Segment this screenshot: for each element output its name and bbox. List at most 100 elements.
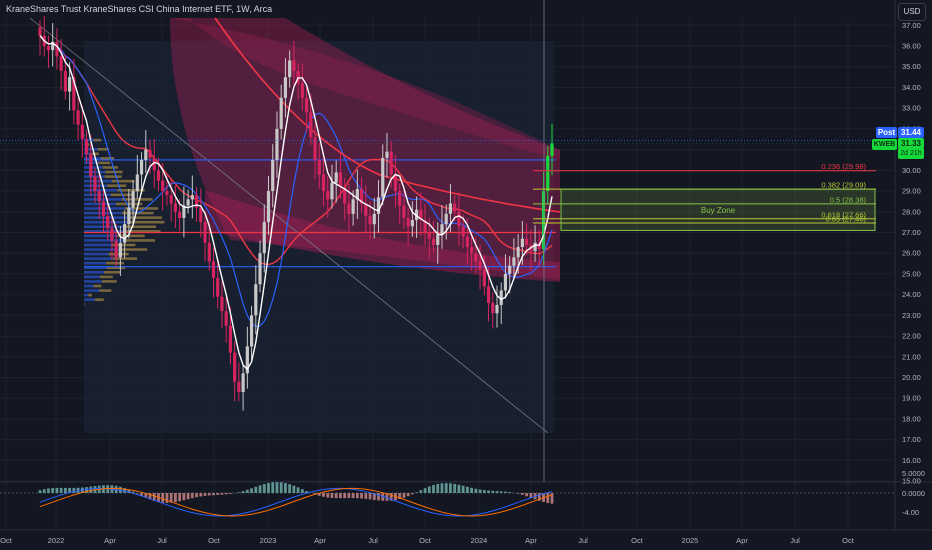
candle-body [156,170,161,181]
candle-body [38,27,42,36]
candle-body [304,97,309,113]
candle-body [317,159,321,175]
candle-body [237,381,241,393]
volume-profile-bar-blue [84,248,119,251]
macd-histogram-bar [38,490,42,493]
volume-profile-bar-gold [99,289,112,292]
macd-histogram-bar [436,483,440,493]
macd-histogram-bar [178,493,182,502]
fib-level-label: 0.382 (29.09) [821,181,866,190]
macd-histogram-bar [300,489,304,493]
macd-histogram-bar [47,488,50,493]
price-axis-label: 37.00 [902,21,921,30]
candle-body [300,83,304,98]
candle-body [482,269,486,287]
macd-histogram-bar [42,489,46,493]
macd-histogram-bar [220,493,224,495]
candle-body [372,213,376,225]
macd-histogram-bar [444,483,448,493]
candle-body [199,207,203,223]
macd-histogram-bar [199,493,203,497]
macd-histogram-bar [279,482,283,493]
candle-body [381,157,385,198]
price-axis-label: 36.00 [902,42,921,51]
candle-body [436,234,440,245]
candle-body [249,315,254,347]
macd-histogram-bar [241,491,245,493]
macd-histogram-bar [406,493,410,497]
volume-profile-bar-gold [107,184,127,188]
volume-profile-bar-gold [105,170,123,174]
time-axis-label: Apr [104,536,116,545]
candle-body [241,373,245,393]
post-label-tag: Post [876,127,897,138]
macd-histogram-bar [347,493,351,499]
macd-histogram-bar [254,486,258,493]
candle-body [402,205,406,218]
macd-histogram-bar [250,488,253,493]
time-axis-label: Jul [578,536,588,545]
macd-histogram-bar [186,493,190,500]
price-axis-label: 28.00 [902,207,921,216]
price-axis-label: 19.00 [902,394,921,403]
candle-body [461,226,465,237]
candle-body [144,149,148,160]
macd-histogram-bar [207,493,211,496]
candle-body [118,242,122,258]
volume-profile-bar-blue [84,202,117,206]
candle-body [165,191,169,196]
candle-body [275,128,279,160]
macd-histogram-bar [474,488,478,493]
time-axis-label: Oct [842,536,855,545]
time-axis-label: Oct [0,536,13,545]
candle-body [123,224,127,243]
candle-body [68,77,72,92]
macd-histogram-bar [55,487,59,493]
macd-histogram-bar [262,484,266,493]
macd-histogram-bar [343,493,347,499]
price-chart[interactable]: 0.236 (29.98)0.382 (29.09)0.5 (28.38)0.6… [0,0,932,550]
candle-body [203,222,207,243]
time-axis-label: Oct [419,536,432,545]
candle-body [173,203,178,212]
candle-body [338,172,343,187]
candle-body [169,195,173,204]
ticker-label-tag: KWEB [872,139,897,150]
candle-body [474,253,478,262]
price-axis-label: 16.00 [902,456,921,465]
candle-body [97,191,101,202]
macd-histogram-bar [499,491,503,493]
currency-button[interactable]: USD [898,3,926,21]
macd-histogram-bar [491,490,495,493]
macd-pane [0,482,895,517]
candle-body [211,261,216,279]
macd-histogram-bar [440,483,444,493]
volume-profile-bar-gold [126,216,162,219]
volume-profile-bar-blue [84,261,107,265]
volume-profile-bar-blue [84,252,109,256]
macd-histogram-bar [288,484,292,493]
candle-body [207,242,211,262]
candle-body [368,215,372,225]
macd-histogram-bar [339,493,342,499]
macd-histogram-bar [296,487,300,493]
candle-body [139,159,144,175]
macd-histogram-bar [360,493,363,499]
macd-histogram-bar [161,493,165,503]
time-axis-label: Jul [368,536,378,545]
macd-histogram-bar [267,482,270,493]
volume-profile-bar-blue [84,302,85,306]
price-axis-label: 30.00 [902,166,921,175]
volume-profile-bar-blue [84,298,95,301]
candle-body [262,222,266,254]
macd-histogram-bar [245,489,249,493]
volume-profile-bar-gold [93,284,102,288]
candle-body [216,278,220,297]
candle-body [76,110,80,125]
volume-profile-bar-blue [84,179,112,183]
volume-profile-bar-blue [84,216,127,219]
candle-body [444,213,448,225]
macd-histogram-bar [419,490,423,493]
candle-body [63,70,67,92]
candle-body [440,224,444,235]
